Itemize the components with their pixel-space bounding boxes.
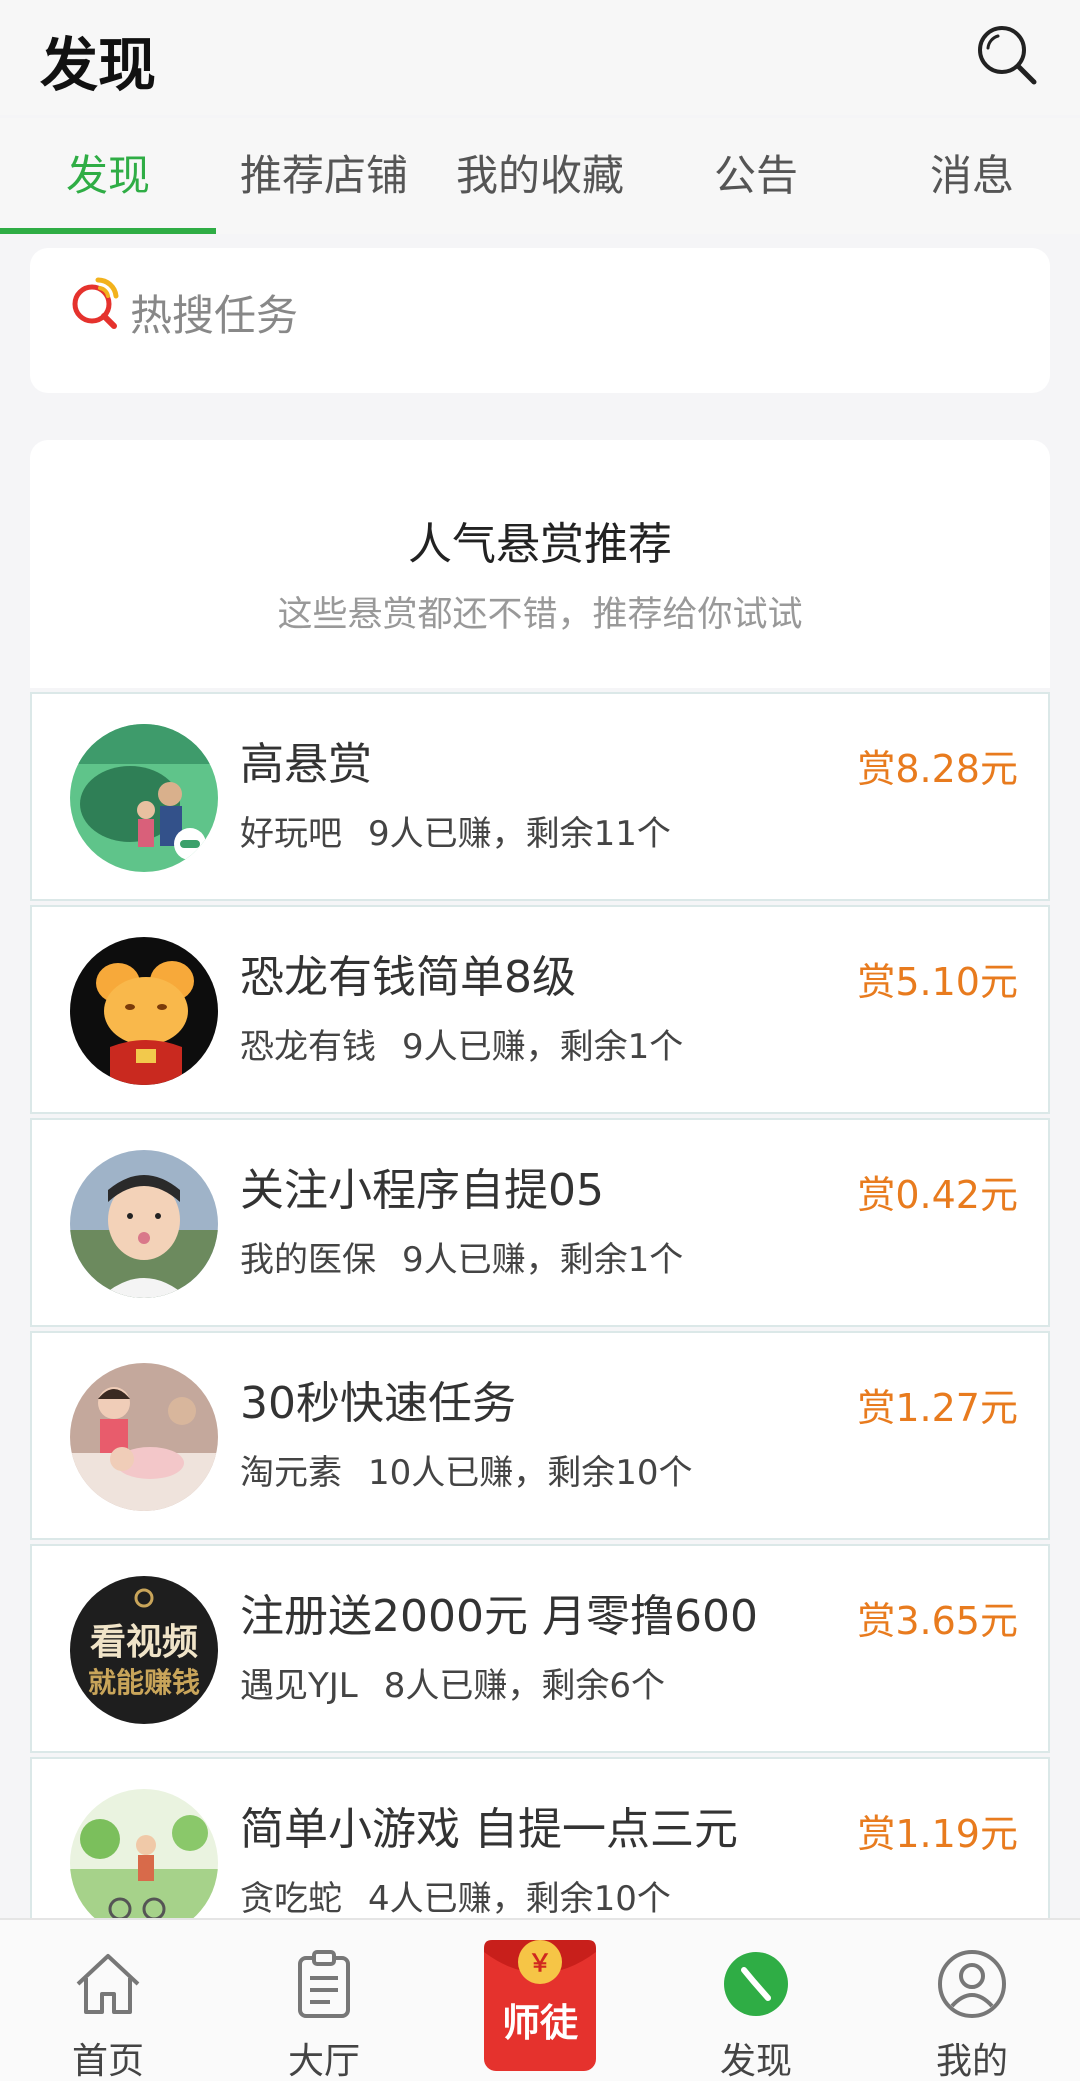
task-avatar [70, 724, 218, 872]
task-name: 30秒快速任务 [240, 1378, 516, 1429]
task-item[interactable]: 关注小程序自提05 我的医保 9人已赚，剩余1个 赏0.42元 [30, 1118, 1050, 1327]
avatar-text-line1: 看视频 [90, 1622, 198, 1663]
tab-recommended-shops[interactable]: 推荐店铺 [216, 118, 432, 234]
task-shop: 遇见YJL [240, 1666, 358, 1706]
task-reward: 赏5.10元 [857, 960, 1018, 1004]
task-item[interactable]: 高悬赏 好玩吧 9人已赚，剩余11个 赏8.28元 [30, 692, 1050, 901]
hot-search-label: 热搜任务 [130, 291, 299, 340]
nav-home[interactable]: 首页 [0, 1920, 216, 2081]
top-bar: 发现 [0, 0, 1080, 115]
tab-discover[interactable]: 发现 [0, 118, 216, 234]
nav-mentor-label: 师徒 [502, 2001, 579, 2045]
task-shop: 淘元素 [240, 1453, 342, 1493]
task-shop: 我的医保 [240, 1240, 376, 1280]
task-reward: 赏8.28元 [857, 747, 1018, 791]
recommend-subtitle: 这些悬赏都还不错，推荐给你试试 [277, 595, 803, 635]
task-name: 高悬赏 [240, 739, 372, 790]
task-stats: 9人已赚，剩余11个 [368, 814, 671, 854]
avatar-text-line2: 就能赚钱 [88, 1666, 200, 1699]
task-avatar [70, 1363, 218, 1511]
hot-search-card[interactable]: 热搜任务 [30, 248, 1050, 393]
task-name: 关注小程序自提05 [240, 1165, 604, 1216]
task-shop: 贪吃蛇 [240, 1879, 342, 1919]
nav-hall-label: 大厅 [287, 2041, 360, 2081]
task-stats: 8人已赚，剩余6个 [383, 1666, 666, 1706]
recommend-title: 人气悬赏推荐 [408, 519, 672, 570]
nav-discover[interactable]: 发现 [648, 1920, 864, 2081]
task-list: 高悬赏 好玩吧 9人已赚，剩余11个 赏8.28元 恐龙有钱简单8级 恐龙有钱 9人… [30, 692, 1050, 1970]
nav-mine[interactable]: 我的 [864, 1920, 1080, 2081]
tab-bar: 发现 推荐店铺 我的收藏 公告 消息 [0, 118, 1080, 234]
nav-discover-label: 发现 [719, 2041, 792, 2081]
nav-hall[interactable]: 大厅 [216, 1920, 432, 2081]
task-meta: 淘元素 10人已赚，剩余10个 [240, 1445, 719, 1494]
task-reward: 赏0.42元 [857, 1173, 1018, 1217]
task-item[interactable]: 30秒快速任务 淘元素 10人已赚，剩余10个 赏1.27元 [30, 1331, 1050, 1540]
task-meta: 恐龙有钱 9人已赚，剩余1个 [240, 1019, 709, 1068]
task-avatar [70, 1789, 218, 1937]
task-shop: 恐龙有钱 [240, 1027, 376, 1067]
tab-announcements[interactable]: 公告 [648, 118, 864, 234]
task-item[interactable]: 恐龙有钱简单8级 恐龙有钱 9人已赚，剩余1个 赏5.10元 [30, 905, 1050, 1114]
task-stats: 10人已赚，剩余10个 [368, 1453, 693, 1493]
task-reward: 赏1.27元 [857, 1386, 1018, 1430]
task-item[interactable]: 看视频 就能赚钱 注册送2000元 月零撸600 遇见YJL 8人已赚，剩余6个 … [30, 1544, 1050, 1753]
nav-mine-label: 我的 [935, 2041, 1008, 2081]
tab-my-favorites[interactable]: 我的收藏 [432, 118, 648, 234]
compass-icon [724, 1952, 788, 2016]
task-meta: 贪吃蛇 4人已赚，剩余10个 [240, 1871, 697, 1920]
task-shop: 好玩吧 [240, 814, 342, 854]
task-avatar [70, 937, 218, 1085]
recommend-header: 人气悬赏推荐 这些悬赏都还不错，推荐给你试试 [30, 440, 1050, 688]
task-meta: 我的医保 9人已赚，剩余1个 [240, 1232, 709, 1281]
search-icon[interactable] [974, 22, 1040, 88]
task-avatar: 看视频 就能赚钱 [70, 1576, 218, 1724]
nav-home-label: 首页 [71, 2041, 144, 2081]
svg-text:￥: ￥ [528, 1949, 552, 1977]
task-meta: 遇见YJL 8人已赚，剩余6个 [240, 1658, 691, 1707]
task-reward: 赏3.65元 [857, 1599, 1018, 1643]
task-name: 注册送2000元 月零撸600 [240, 1591, 758, 1642]
task-stats: 9人已赚，剩余1个 [402, 1240, 684, 1280]
task-stats: 9人已赚，剩余1个 [402, 1027, 684, 1067]
discover-page: 发现 发现 推荐店铺 我的收藏 公告 消息 热搜任务 人气悬赏推荐 这些悬赏都还… [0, 0, 1080, 2081]
tab-messages[interactable]: 消息 [864, 118, 1080, 234]
home-icon [76, 1954, 140, 2014]
page-title: 发现 [40, 31, 157, 99]
task-avatar [70, 1150, 218, 1298]
red-envelope-icon: ￥ 师徒 [484, 1940, 596, 2071]
clipboard-icon [298, 1950, 350, 2018]
task-meta: 好玩吧 9人已赚，剩余11个 [240, 806, 697, 855]
nav-mentor-button[interactable]: ￥ 师徒 [482, 1928, 598, 2073]
task-name: 恐龙有钱简单8级 [240, 952, 576, 1003]
user-icon [938, 1950, 1006, 2018]
task-stats: 4人已赚，剩余10个 [368, 1879, 671, 1919]
task-name: 简单小游戏 自提一点三元 [240, 1804, 738, 1855]
hot-search-icon [68, 274, 124, 330]
task-reward: 赏1.19元 [857, 1812, 1018, 1856]
